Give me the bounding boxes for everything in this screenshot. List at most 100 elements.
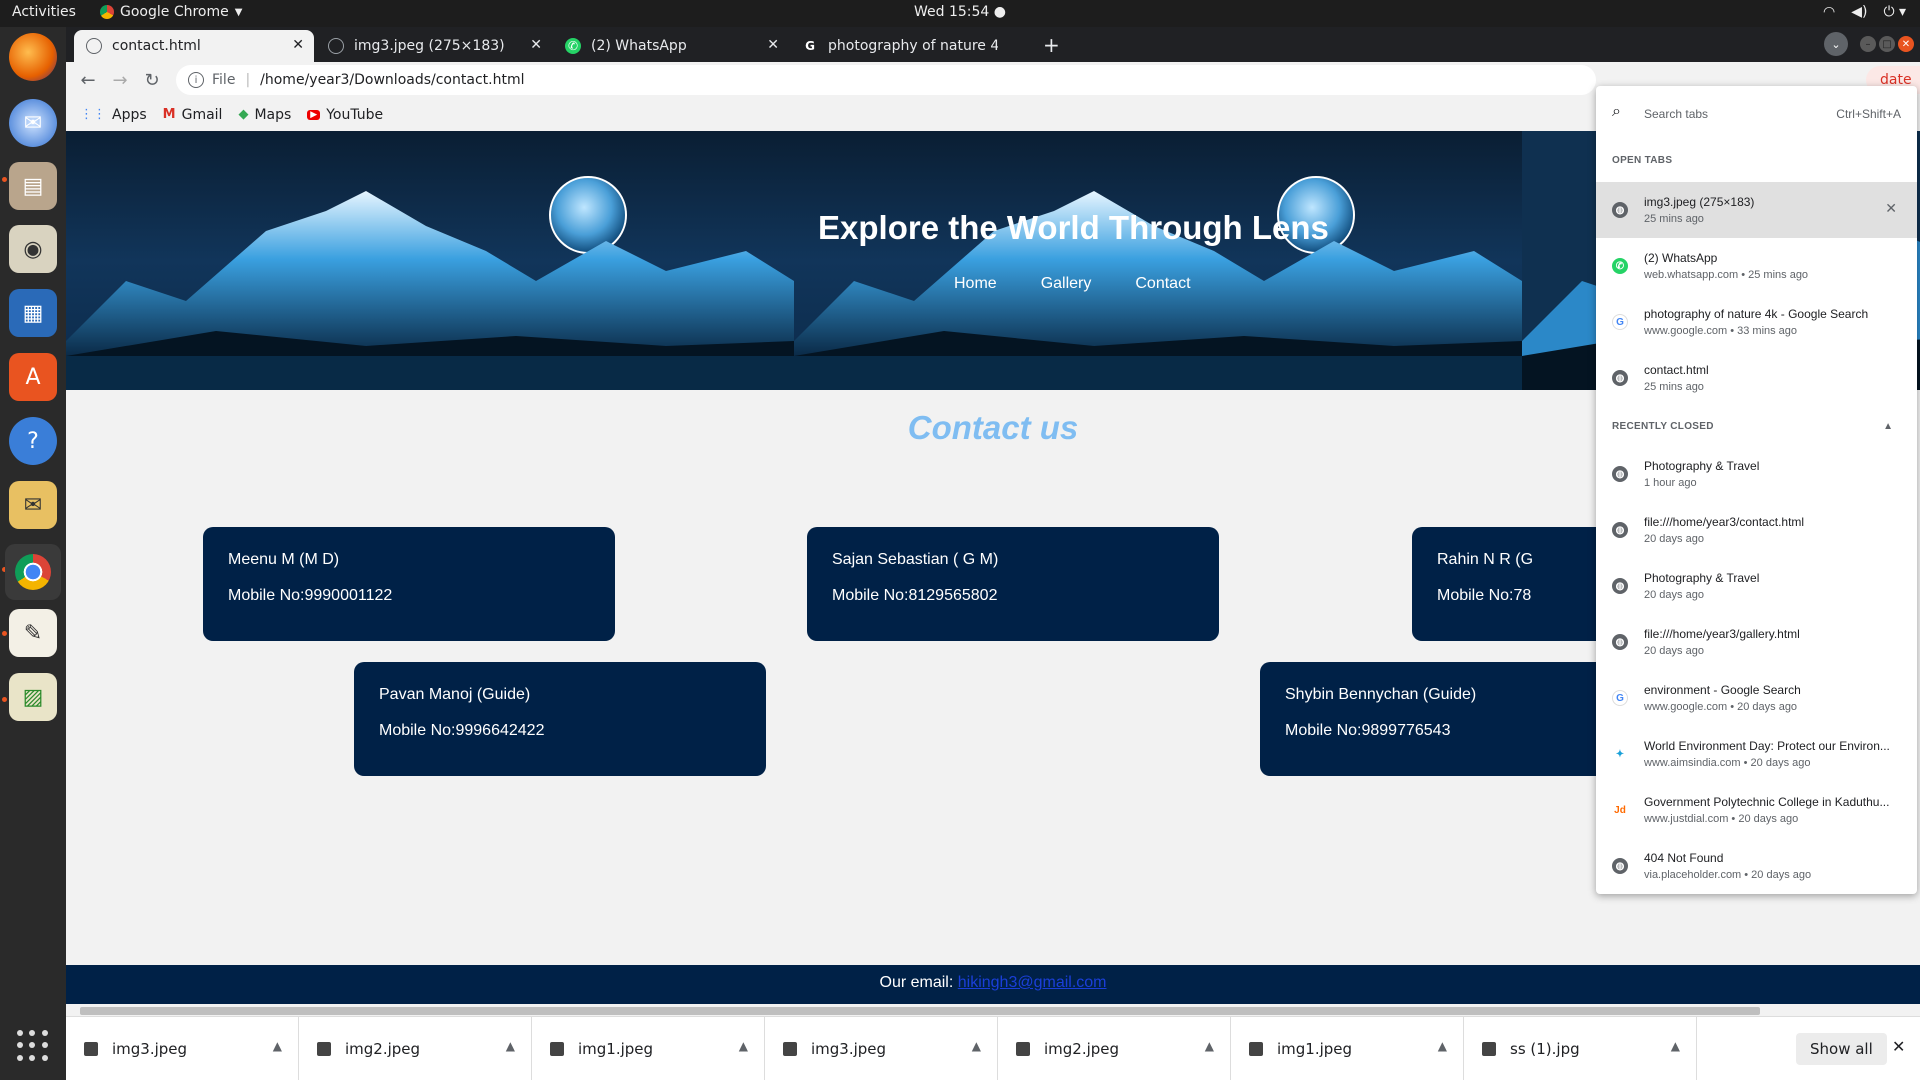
bookmark-apps[interactable]: ⋮⋮ Apps <box>80 107 147 123</box>
bookmark-gmail[interactable]: M Gmail <box>163 107 223 123</box>
recently-closed-item[interactable]: ✦ World Environment Day: Protect our Env… <box>1596 726 1917 782</box>
image-file-icon <box>1016 1042 1030 1056</box>
files-icon[interactable]: ▤ <box>9 162 57 210</box>
contact-name: Pavan Manoj (Guide) <box>379 686 531 703</box>
horizontal-scrollbar[interactable] <box>66 1004 1920 1016</box>
tab-contact[interactable]: contact.html ✕ <box>74 30 314 62</box>
gnome-top-bar: Activities Google Chrome ▼ Wed 15:54 ● ◠… <box>0 0 1920 27</box>
nav-home[interactable]: Home <box>954 275 997 293</box>
aims-icon: ✦ <box>1612 746 1628 762</box>
chevron-up-icon[interactable]: ▲ <box>1671 1039 1680 1053</box>
window-close-button[interactable]: ✕ <box>1898 36 1914 52</box>
chevron-up-icon[interactable]: ▲ <box>739 1039 748 1053</box>
reload-icon[interactable]: ↻ <box>140 68 164 92</box>
thunderbird-icon[interactable]: ✉ <box>9 99 57 147</box>
image-viewer-icon[interactable]: ▨ <box>9 673 57 721</box>
software-icon[interactable]: A <box>9 353 57 401</box>
address-bar[interactable]: i File | /home/year3/Downloads/contact.h… <box>176 65 1596 95</box>
recently-closed-item[interactable]: Jd Government Polytechnic College in Kad… <box>1596 782 1917 838</box>
new-tab-button[interactable]: + <box>1043 33 1060 57</box>
bookmark-youtube[interactable]: ▶ YouTube <box>307 107 383 123</box>
recently-closed-item[interactable]: ◍ Photography & Travel 20 days ago <box>1596 558 1917 614</box>
download-item[interactable]: img3.jpeg ▲ <box>66 1017 299 1080</box>
tab-search-button[interactable]: ⌄ <box>1824 32 1848 56</box>
recently-closed-item[interactable]: ◍ Photography & Travel 1 hour ago <box>1596 446 1917 502</box>
open-tab-item[interactable]: ◍ img3.jpeg (275×183) 25 mins ago ✕ <box>1596 182 1917 238</box>
download-item[interactable]: ss (1).jpg ▲ <box>1464 1017 1697 1080</box>
maximize-button[interactable]: □ <box>1879 36 1895 52</box>
forward-icon[interactable]: → <box>108 68 132 92</box>
tab-search-popup: ⌕ Search tabs Ctrl+Shift+A OPEN TABS ◍ i… <box>1596 86 1917 894</box>
chevron-up-icon[interactable]: ▲ <box>273 1039 282 1053</box>
recently-closed-item[interactable]: ◍ 404 Not Found via.placeholder.com • 20… <box>1596 838 1917 894</box>
search-icon: ⌕ <box>1612 103 1621 120</box>
site-nav: Home Gallery Contact <box>954 275 1191 293</box>
tab-search-placeholder: Search tabs <box>1644 107 1709 121</box>
tab-title: (2) WhatsApp <box>591 38 687 54</box>
chrome-icon[interactable] <box>5 544 61 600</box>
close-icon[interactable]: ✕ <box>530 37 542 53</box>
minimize-button[interactable]: – <box>1860 36 1876 52</box>
contact-name: Meenu M (M D) <box>228 551 340 568</box>
gmail-icon: M <box>162 107 176 122</box>
download-item[interactable]: img3.jpeg ▲ <box>765 1017 998 1080</box>
system-tray[interactable]: ◠ ◀) ⏻ ▾ <box>1823 4 1906 20</box>
back-icon[interactable]: ← <box>76 68 100 92</box>
download-item[interactable]: img2.jpeg ▲ <box>299 1017 532 1080</box>
open-tab-item[interactable]: ✆ (2) WhatsApp web.whatsapp.com • 25 min… <box>1596 238 1917 294</box>
justdial-icon: Jd <box>1612 802 1628 818</box>
rhythmbox-icon[interactable]: ◉ <box>9 225 57 273</box>
nav-contact[interactable]: Contact <box>1135 275 1190 293</box>
close-icon[interactable]: ✕ <box>1892 1037 1905 1056</box>
writer-icon[interactable]: ▦ <box>9 289 57 337</box>
close-icon[interactable]: ✕ <box>292 37 304 53</box>
recently-closed-item[interactable]: G environment - Google Search www.google… <box>1596 670 1917 726</box>
tab-title: contact.html <box>112 38 201 54</box>
globe-icon <box>86 38 102 54</box>
download-item[interactable]: img1.jpeg ▲ <box>532 1017 765 1080</box>
recently-closed-item[interactable]: ◍ file:///home/year3/contact.html 20 day… <box>1596 502 1917 558</box>
image-file-icon <box>550 1042 564 1056</box>
close-icon[interactable]: ✕ <box>1885 200 1897 217</box>
chrome-window: contact.html ✕ img3.jpeg (275×183) ✕ ✆ (… <box>66 27 1920 1080</box>
volume-icon: ◀) <box>1851 4 1868 20</box>
url-text: /home/year3/Downloads/contact.html <box>260 72 525 88</box>
contact-name: Shybin Bennychan (Guide) <box>1285 686 1477 703</box>
download-item[interactable]: img2.jpeg ▲ <box>998 1017 1231 1080</box>
footer-label: Our email: <box>879 974 954 991</box>
help-icon[interactable]: ? <box>9 417 57 465</box>
globe-icon: ◍ <box>1612 202 1628 218</box>
maps-icon: ◆ <box>238 107 249 122</box>
page-footer: Our email: hikingh3@gmail.com <box>66 965 1920 1004</box>
clock[interactable]: Wed 15:54 ● <box>0 4 1920 20</box>
chevron-up-icon[interactable]: ▲ <box>1205 1039 1214 1053</box>
chevron-up-icon[interactable]: ▲ <box>506 1039 515 1053</box>
firefox-icon[interactable] <box>9 33 57 81</box>
show-applications-icon[interactable] <box>17 1030 49 1062</box>
download-item[interactable]: img1.jpeg ▲ <box>1231 1017 1464 1080</box>
text-editor-icon[interactable]: ✎ <box>9 609 57 657</box>
recently-closed-item[interactable]: ◍ file:///home/year3/gallery.html 20 day… <box>1596 614 1917 670</box>
chevron-up-icon[interactable]: ▲ <box>1438 1039 1447 1053</box>
tab-img3[interactable]: img3.jpeg (275×183) ✕ <box>316 30 552 62</box>
tab-search-field[interactable]: ⌕ Search tabs Ctrl+Shift+A <box>1596 86 1917 142</box>
info-icon[interactable]: i <box>188 72 204 88</box>
tab-whatsapp[interactable]: ✆ (2) WhatsApp ✕ <box>553 30 789 62</box>
scrollbar-thumb[interactable] <box>80 1007 1760 1015</box>
globe-icon: ◍ <box>1612 634 1628 650</box>
collapse-caret-icon[interactable]: ▲ <box>1883 421 1893 432</box>
google-icon: G <box>805 39 815 53</box>
bookmark-maps[interactable]: ◆ Maps <box>238 107 291 123</box>
chevron-up-icon[interactable]: ▲ <box>972 1039 981 1053</box>
tab-google-search[interactable]: G photography of nature 4k <box>790 30 1026 62</box>
mail-search-icon[interactable]: ✉ <box>9 481 57 529</box>
open-tab-item[interactable]: ◍ contact.html 25 mins ago <box>1596 350 1917 406</box>
close-icon[interactable]: ✕ <box>767 37 779 53</box>
footer-email-link[interactable]: hikingh3@gmail.com <box>958 974 1107 991</box>
globe-icon: ◍ <box>1612 466 1628 482</box>
recently-closed-label: RECENTLY CLOSED <box>1612 421 1714 432</box>
show-all-button[interactable]: Show all <box>1796 1033 1887 1065</box>
nav-gallery[interactable]: Gallery <box>1041 275 1092 293</box>
open-tab-item[interactable]: G photography of nature 4k - Google Sear… <box>1596 294 1917 350</box>
image-file-icon <box>317 1042 331 1056</box>
